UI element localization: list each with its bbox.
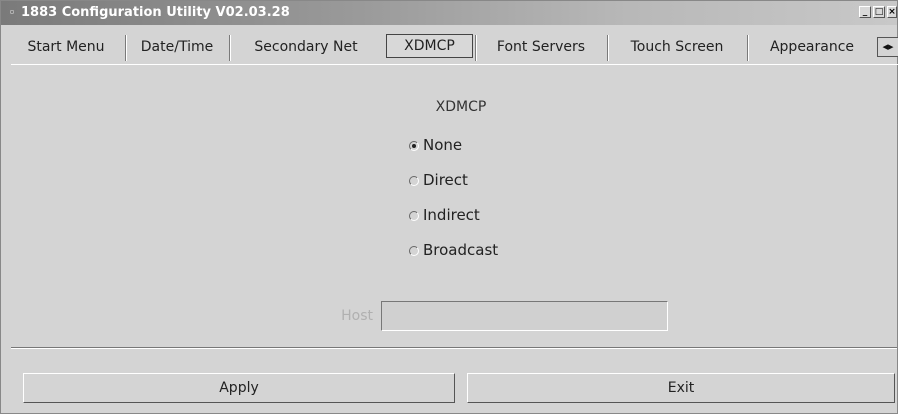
tab-separator <box>475 35 477 61</box>
tab-touch-screen[interactable]: Touch Screen <box>611 31 743 63</box>
host-input[interactable] <box>381 301 668 331</box>
config-utility-window: ◦ 1883 Configuration Utility V02.03.28 _… <box>0 0 898 414</box>
tab-bar: Start Menu Date/Time Secondary Net XDMCP… <box>11 31 898 65</box>
xdmcp-panel: XDMCP None Direct Indirect Broadcast Hos… <box>11 65 897 345</box>
title-bar[interactable]: ◦ 1883 Configuration Utility V02.03.28 _… <box>1 1 897 25</box>
radio-label: None <box>423 136 463 154</box>
radio-option-direct[interactable]: Direct <box>409 169 468 191</box>
system-menu-icon[interactable]: ◦ <box>6 6 18 19</box>
radio-button[interactable] <box>409 246 419 256</box>
tab-separator <box>747 35 749 61</box>
minimize-icon[interactable]: _ <box>859 6 871 18</box>
tab-secondary-net[interactable]: Secondary Net <box>233 31 379 63</box>
apply-button[interactable]: Apply <box>23 373 455 403</box>
section-title: XDMCP <box>435 99 487 115</box>
tab-xdmcp[interactable]: XDMCP <box>386 34 473 58</box>
tab-separator <box>229 35 231 61</box>
radio-option-broadcast[interactable]: Broadcast <box>409 239 498 261</box>
radio-option-indirect[interactable]: Indirect <box>409 204 480 226</box>
radio-button[interactable] <box>409 176 419 186</box>
radio-button[interactable] <box>409 211 419 221</box>
close-icon[interactable]: × <box>887 6 897 18</box>
tab-start-menu[interactable]: Start Menu <box>11 31 121 63</box>
radio-label: Broadcast <box>423 241 499 259</box>
window-title: 1883 Configuration Utility V02.03.28 <box>21 5 290 20</box>
radio-label: Direct <box>423 171 468 189</box>
tab-scroll-arrows-icon[interactable]: ◂▸ <box>877 37 898 57</box>
maximize-icon[interactable]: □ <box>873 6 885 18</box>
tab-appearance[interactable]: Appearance <box>751 31 873 63</box>
divider <box>11 347 897 349</box>
tab-font-servers[interactable]: Font Servers <box>479 31 603 63</box>
host-label: Host <box>341 308 373 324</box>
tab-date-time[interactable]: Date/Time <box>129 31 225 63</box>
exit-button[interactable]: Exit <box>467 373 895 403</box>
tab-separator <box>607 35 609 61</box>
radio-option-none[interactable]: None <box>409 134 462 156</box>
tab-separator <box>125 35 127 61</box>
radio-button[interactable] <box>409 141 419 151</box>
radio-label: Indirect <box>423 206 480 224</box>
